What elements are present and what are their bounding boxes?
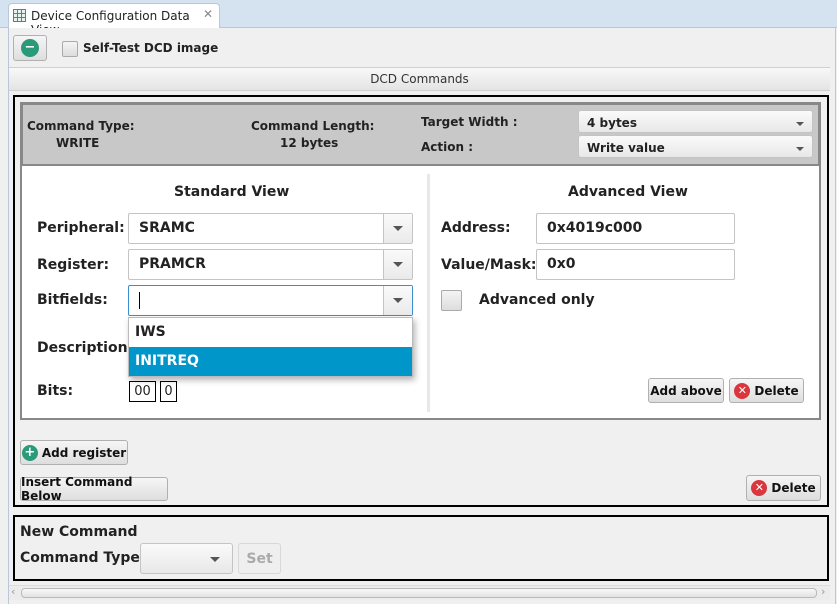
address-label: Address:: [441, 220, 511, 236]
section-header: DCD Commands: [9, 67, 830, 91]
scroll-left-icon[interactable]: ‹: [11, 585, 15, 598]
dropdown-option-iws[interactable]: IWS: [129, 318, 412, 347]
add-register-button[interactable]: + Add register: [20, 440, 128, 465]
value-mask-value: 0x0: [547, 256, 576, 272]
chevron-down-icon: [210, 557, 220, 562]
register-value: PRAMCR: [139, 256, 206, 272]
self-test-checkbox[interactable]: [62, 41, 78, 57]
delete-label: Delete: [754, 383, 799, 398]
value-mask-label: Value/Mask:: [441, 257, 537, 273]
peripheral-combo[interactable]: SRAMC: [128, 213, 413, 244]
delete-icon: ✕: [751, 480, 768, 496]
address-value: 0x4019c000: [547, 220, 643, 236]
dropdown-option-initreq[interactable]: INITREQ: [129, 347, 412, 376]
bitfields-combo[interactable]: [128, 285, 413, 316]
bit-box[interactable]: 00: [129, 381, 156, 402]
bitfields-dropdown: IWS INITREQ: [128, 317, 413, 377]
chevron-down-icon[interactable]: [383, 250, 412, 279]
command-type-value: WRITE: [56, 136, 100, 150]
insert-command-below-button[interactable]: Insert Command Below: [20, 475, 168, 503]
section-title: DCD Commands: [370, 72, 469, 86]
horizontal-scrollbar[interactable]: ‹ ›: [9, 585, 830, 600]
register-label: Register:: [37, 257, 110, 273]
target-width-select[interactable]: 4 bytes: [578, 110, 813, 133]
table-icon: [13, 9, 26, 22]
bitfields-label: Bitfields:: [37, 292, 108, 308]
standard-view-title: Standard View: [174, 184, 290, 200]
delete-label: Delete: [771, 481, 816, 495]
new-command-title: New Command: [20, 524, 138, 540]
insert-below-label: Insert Command Below: [21, 475, 133, 503]
plus-circle-icon: +: [21, 444, 38, 461]
advanced-only-checkbox[interactable]: [441, 290, 462, 311]
register-combo[interactable]: PRAMCR: [128, 249, 413, 280]
remove-button[interactable]: −: [13, 35, 47, 61]
add-register-label: Add register: [41, 445, 127, 460]
chevron-down-icon[interactable]: [383, 214, 412, 243]
bits-label: Bits:: [37, 383, 74, 399]
peripheral-value: SRAMC: [139, 220, 195, 236]
new-command-type-label: Command Type:: [20, 550, 146, 566]
action-select[interactable]: Write value: [578, 135, 813, 158]
set-button[interactable]: Set: [238, 543, 281, 574]
command-type-label: Command Type:: [27, 119, 135, 133]
delete-icon: ✕: [734, 382, 751, 399]
new-command-type-select[interactable]: [140, 543, 233, 574]
close-icon[interactable]: ✕: [203, 7, 213, 21]
command-length-label: Command Length:: [251, 119, 375, 133]
self-test-label: Self-Test DCD image: [83, 41, 219, 55]
scroll-right-icon[interactable]: ›: [821, 585, 825, 598]
command-length-value: 12 bytes: [280, 136, 339, 150]
advanced-view-title: Advanced View: [568, 184, 688, 200]
peripheral-label: Peripheral:: [37, 220, 125, 236]
target-width-label: Target Width :: [421, 115, 518, 129]
description-label: Description:: [37, 340, 134, 356]
chevron-down-icon: [796, 147, 804, 151]
delete-command-button[interactable]: ✕ Delete: [746, 475, 821, 501]
panel-divider: [427, 174, 430, 412]
add-above-button[interactable]: Add above: [648, 378, 724, 403]
chevron-down-icon[interactable]: [383, 286, 412, 315]
action-value: Write value: [587, 141, 665, 155]
value-mask-input[interactable]: 0x0: [536, 249, 735, 280]
text-cursor: [139, 292, 140, 309]
address-input[interactable]: 0x4019c000: [536, 213, 735, 244]
advanced-only-label: Advanced only: [479, 292, 595, 308]
set-label: Set: [246, 550, 273, 567]
action-label: Action :: [421, 140, 474, 154]
scrollbar-thumb[interactable]: [21, 588, 817, 598]
bit-box[interactable]: 0: [160, 381, 177, 402]
chevron-down-icon: [796, 122, 804, 126]
add-above-label: Add above: [650, 383, 722, 398]
delete-register-button[interactable]: ✕ Delete: [729, 378, 804, 403]
tab-device-configuration-data-view[interactable]: Device Configuration Data View ✕: [8, 3, 220, 37]
minus-circle-icon: −: [21, 39, 39, 57]
target-width-value: 4 bytes: [587, 116, 637, 130]
